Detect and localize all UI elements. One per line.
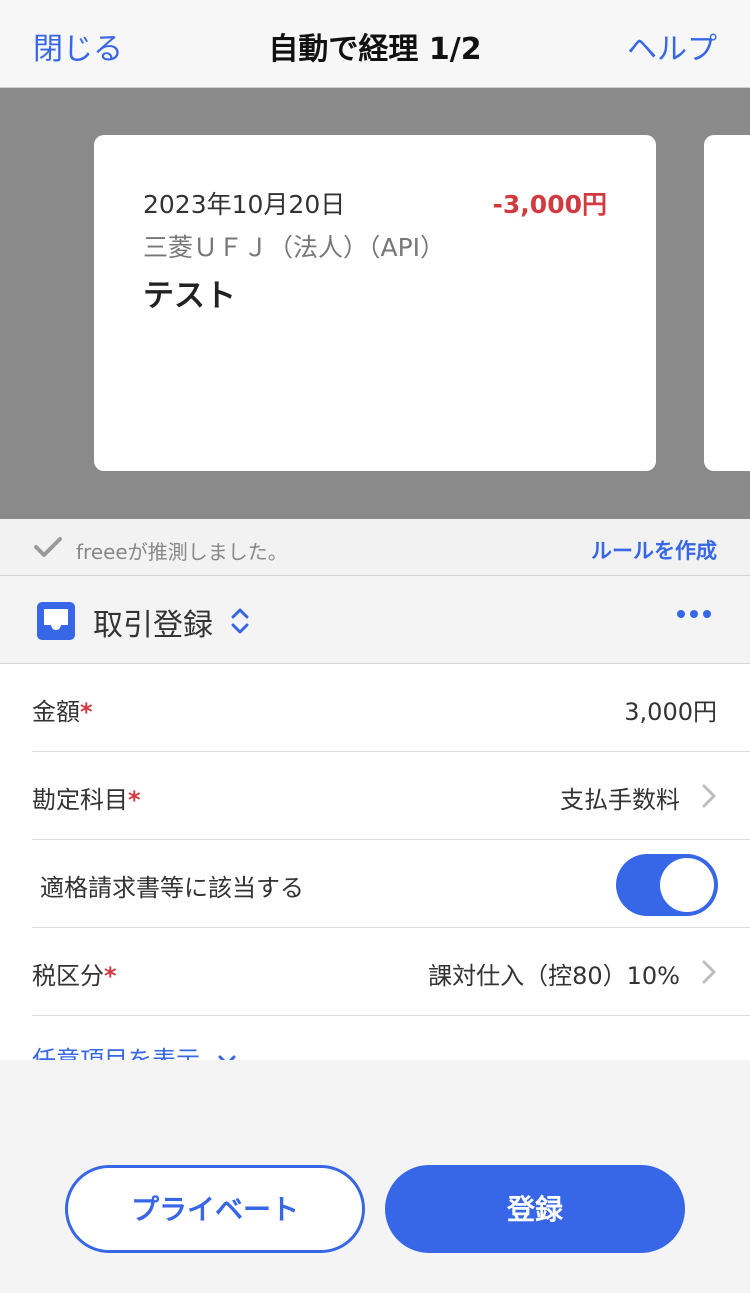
transaction-card[interactable]: 2023年10月20日 -3,000円 三菱ＵＦＪ（法人）（API） テスト — [94, 135, 656, 471]
show-optional-fields-link[interactable]: 任意項目を表示 — [32, 1040, 236, 1060]
invoice-label: 適格請求書等に該当する — [40, 874, 304, 902]
create-rule-link[interactable]: ルールを作成 — [591, 535, 717, 565]
amount-value[interactable]: 3,000円 — [624, 692, 717, 727]
amount-label: 金額* — [32, 698, 93, 726]
account-label: 勘定科目* — [32, 786, 141, 814]
amount-row[interactable]: 金額* 3,000円 — [32, 664, 750, 752]
account-row[interactable]: 勘定科目* 支払手数料 — [32, 752, 750, 840]
transaction-type-header: 取引登録 — [0, 576, 750, 664]
next-transaction-card[interactable] — [704, 135, 750, 471]
help-button[interactable]: ヘルプ — [627, 24, 717, 68]
invoice-row: 適格請求書等に該当する — [32, 840, 750, 928]
chevron-right-icon — [702, 784, 716, 808]
transaction-type-label[interactable]: 取引登録 — [93, 600, 213, 644]
more-options-icon[interactable] — [676, 609, 712, 619]
transaction-description: テスト — [143, 278, 236, 314]
transaction-date: 2023年10月20日 — [143, 190, 346, 219]
account-value[interactable]: 支払手数料 — [560, 780, 680, 815]
transaction-carousel[interactable]: 2023年10月20日 -3,000円 三菱ＵＦＪ（法人）（API） テスト — [0, 88, 750, 519]
guess-text: freeeが推測しました。 — [76, 540, 288, 564]
tax-row[interactable]: 税区分* 課対仕入（控80）10% — [32, 928, 750, 1016]
required-mark: * — [104, 962, 117, 990]
tax-value[interactable]: 課対仕入（控80）10% — [428, 956, 680, 991]
nav-header: 閉じる 自動で経理 1/2 ヘルプ — [0, 0, 750, 88]
chevron-right-icon — [702, 960, 716, 984]
toggle-knob — [660, 858, 714, 912]
transaction-amount: -3,000円 — [492, 190, 607, 219]
tax-label: 税区分* — [32, 962, 117, 990]
bank-account-name: 三菱ＵＦＪ（法人）（API） — [143, 233, 446, 262]
transaction-form: 金額* 3,000円 勘定科目* 支払手数料 適格請求書等に該当する 税区分* … — [0, 664, 750, 1060]
required-mark: * — [80, 698, 93, 726]
invoice-toggle[interactable] — [616, 854, 718, 916]
chevron-up-down-icon[interactable] — [229, 606, 251, 636]
inbox-icon — [37, 602, 75, 640]
check-icon — [34, 537, 62, 557]
optional-fields-label: 任意項目を表示 — [32, 1046, 200, 1060]
required-mark: * — [128, 786, 141, 814]
guess-bar: freeeが推測しました。 ルールを作成 — [0, 519, 750, 576]
register-button[interactable]: 登録 — [385, 1165, 685, 1253]
chevron-down-icon — [218, 1055, 236, 1060]
private-button[interactable]: プライベート — [65, 1165, 365, 1253]
